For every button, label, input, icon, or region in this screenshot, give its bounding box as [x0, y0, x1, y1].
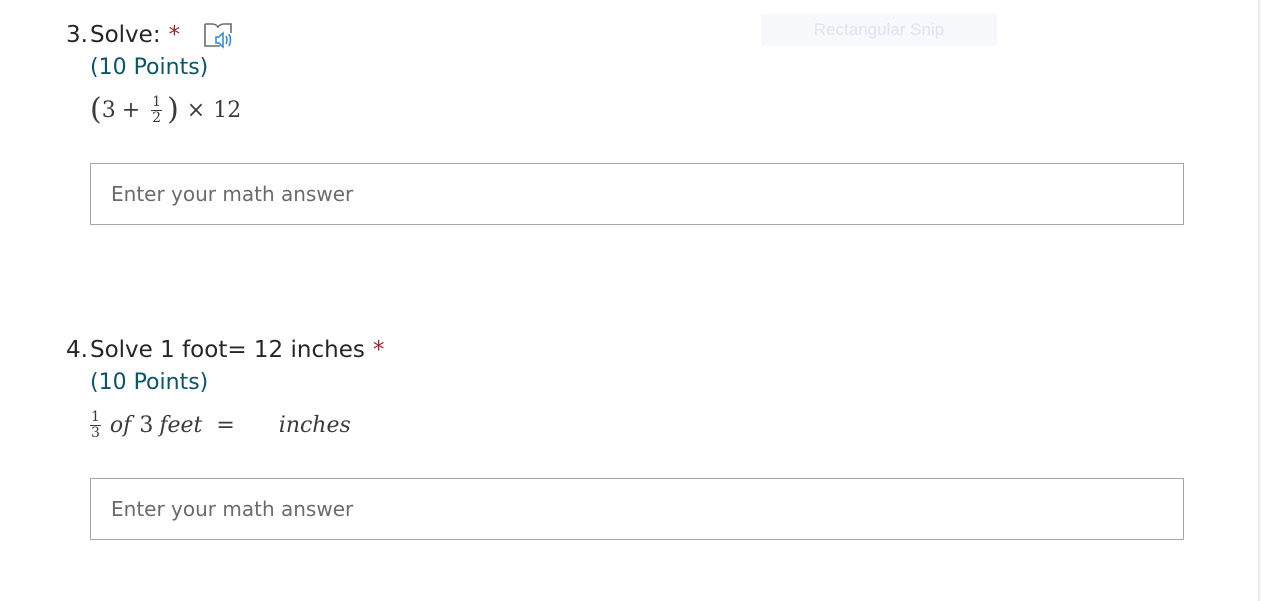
question-3: 3. Solve: * (10 Points) ( 3 + 1 2 ) × 12	[66, 19, 241, 135]
expr-plus: +	[121, 97, 141, 123]
question-4: 4. Solve 1 foot= 12 inches * (10 Points)…	[66, 334, 384, 450]
expr-term: 3	[101, 97, 116, 123]
rectangular-snip-overlay: Rectangular Snip	[761, 14, 997, 46]
math-answer-input-q4[interactable]	[90, 478, 1184, 540]
question-number: 4.	[66, 337, 88, 363]
fraction-denominator: 3	[91, 424, 100, 441]
expr-term: 12	[213, 97, 242, 123]
expr-inches: inches	[278, 412, 351, 438]
immersive-reader-icon	[204, 23, 232, 49]
fraction: 1 2	[151, 93, 163, 126]
expr-times: ×	[186, 97, 206, 123]
required-asterisk: *	[168, 22, 181, 48]
math-expression: 1 3 of 3 feet = inches	[90, 400, 384, 450]
question-points: (10 Points)	[90, 55, 209, 80]
expr-close-paren: )	[167, 92, 179, 127]
question-4-header: 4. Solve 1 foot= 12 inches *	[66, 334, 384, 366]
expr-feet: feet	[159, 412, 203, 438]
question-number: 3.	[66, 22, 88, 48]
question-title: Solve:	[90, 22, 161, 48]
question-3-header: 3. Solve: *	[66, 19, 241, 51]
expr-equals: =	[216, 412, 235, 438]
expr-value: 3	[139, 412, 154, 438]
fraction-denominator: 2	[152, 109, 162, 126]
fraction-numerator: 1	[90, 408, 101, 426]
math-answer-input-q3[interactable]	[90, 163, 1184, 225]
snip-label: Rectangular Snip	[813, 20, 945, 39]
required-asterisk: *	[372, 337, 385, 363]
question-points: (10 Points)	[90, 370, 209, 395]
math-expression: ( 3 + 1 2 ) × 12	[90, 85, 241, 135]
question-title: Solve 1 foot= 12 inches	[90, 337, 365, 363]
expr-open-paren: (	[90, 92, 102, 127]
immersive-reader-button[interactable]	[202, 20, 236, 50]
fraction-numerator: 1	[151, 93, 163, 111]
fraction: 1 3	[90, 408, 101, 441]
expr-of: of	[109, 412, 132, 438]
